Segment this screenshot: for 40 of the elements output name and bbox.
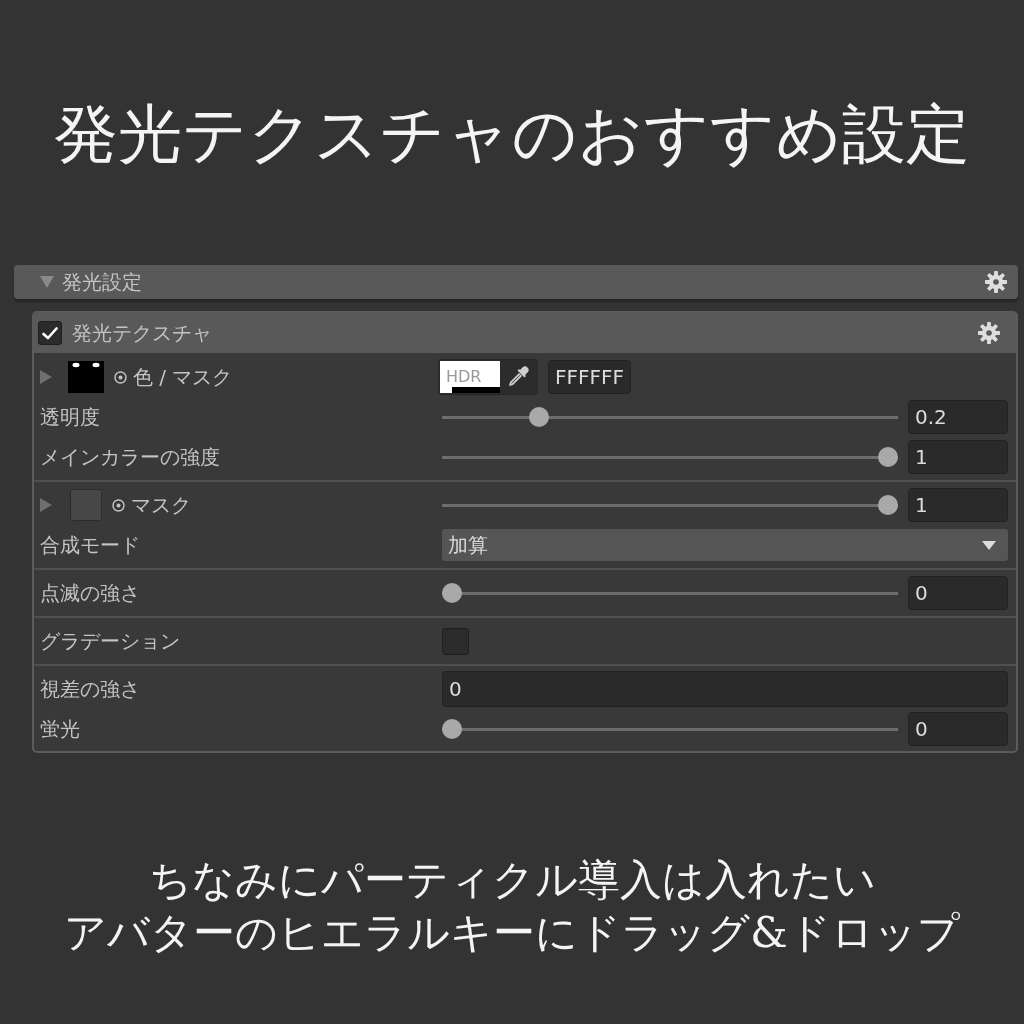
dropdown[interactable]: 加算 — [442, 529, 1008, 561]
value-field[interactable]: 1 — [908, 488, 1008, 522]
section-title: 発光設定 — [62, 269, 142, 295]
caption-text: アバターのヒエラルキーにドラッグ&ドロップ — [63, 907, 961, 959]
slider-thumb[interactable] — [442, 719, 462, 739]
property-label: 視差の強さ — [40, 676, 140, 702]
slider-thumb[interactable] — [442, 583, 462, 603]
hex-color-field[interactable]: FFFFFF — [548, 360, 632, 394]
hdr-label: HDR — [446, 367, 482, 387]
panel-title: 発光テクスチャ — [72, 320, 212, 346]
settings-icon[interactable] — [978, 322, 1000, 344]
checkbox[interactable] — [442, 627, 469, 655]
circle-dot-icon — [112, 498, 125, 512]
checkbox[interactable] — [38, 321, 62, 345]
caption-text: ちなみにパーティクル導入は入れたい — [147, 854, 877, 906]
property-label: マスク — [131, 492, 191, 518]
property-label: 合成モード — [40, 532, 140, 558]
texture-thumbnail[interactable] — [68, 361, 104, 393]
slider-thumb[interactable] — [878, 495, 898, 515]
value-field[interactable]: 0 — [908, 712, 1008, 746]
page-title: 発光テクスチャのおすすめ設定 — [53, 96, 971, 172]
number-field[interactable]: 0 — [442, 671, 1008, 707]
caret-down-icon — [982, 540, 996, 550]
value-field[interactable]: 0.2 — [908, 400, 1008, 434]
section-header[interactable]: 発光設定 — [14, 265, 1018, 299]
property-label: 透明度 — [40, 404, 100, 430]
circle-dot-icon — [114, 370, 127, 384]
eyedropper-icon — [507, 366, 529, 388]
dropdown-value: 加算 — [448, 532, 488, 559]
slider-thumb[interactable] — [878, 447, 898, 467]
property-label: メインカラーの強度 — [40, 444, 220, 470]
check-icon — [42, 326, 58, 340]
slider-thumb[interactable] — [529, 407, 550, 427]
property-label: 点滅の強さ — [40, 580, 140, 606]
value-field[interactable]: 0 — [908, 576, 1008, 610]
property-label: グラデーション — [40, 628, 180, 654]
value-field[interactable]: 1 — [908, 440, 1008, 474]
property-label: 色 / マスク — [133, 364, 233, 390]
settings-icon[interactable] — [985, 271, 1007, 293]
property-label: 蛍光 — [40, 716, 80, 742]
